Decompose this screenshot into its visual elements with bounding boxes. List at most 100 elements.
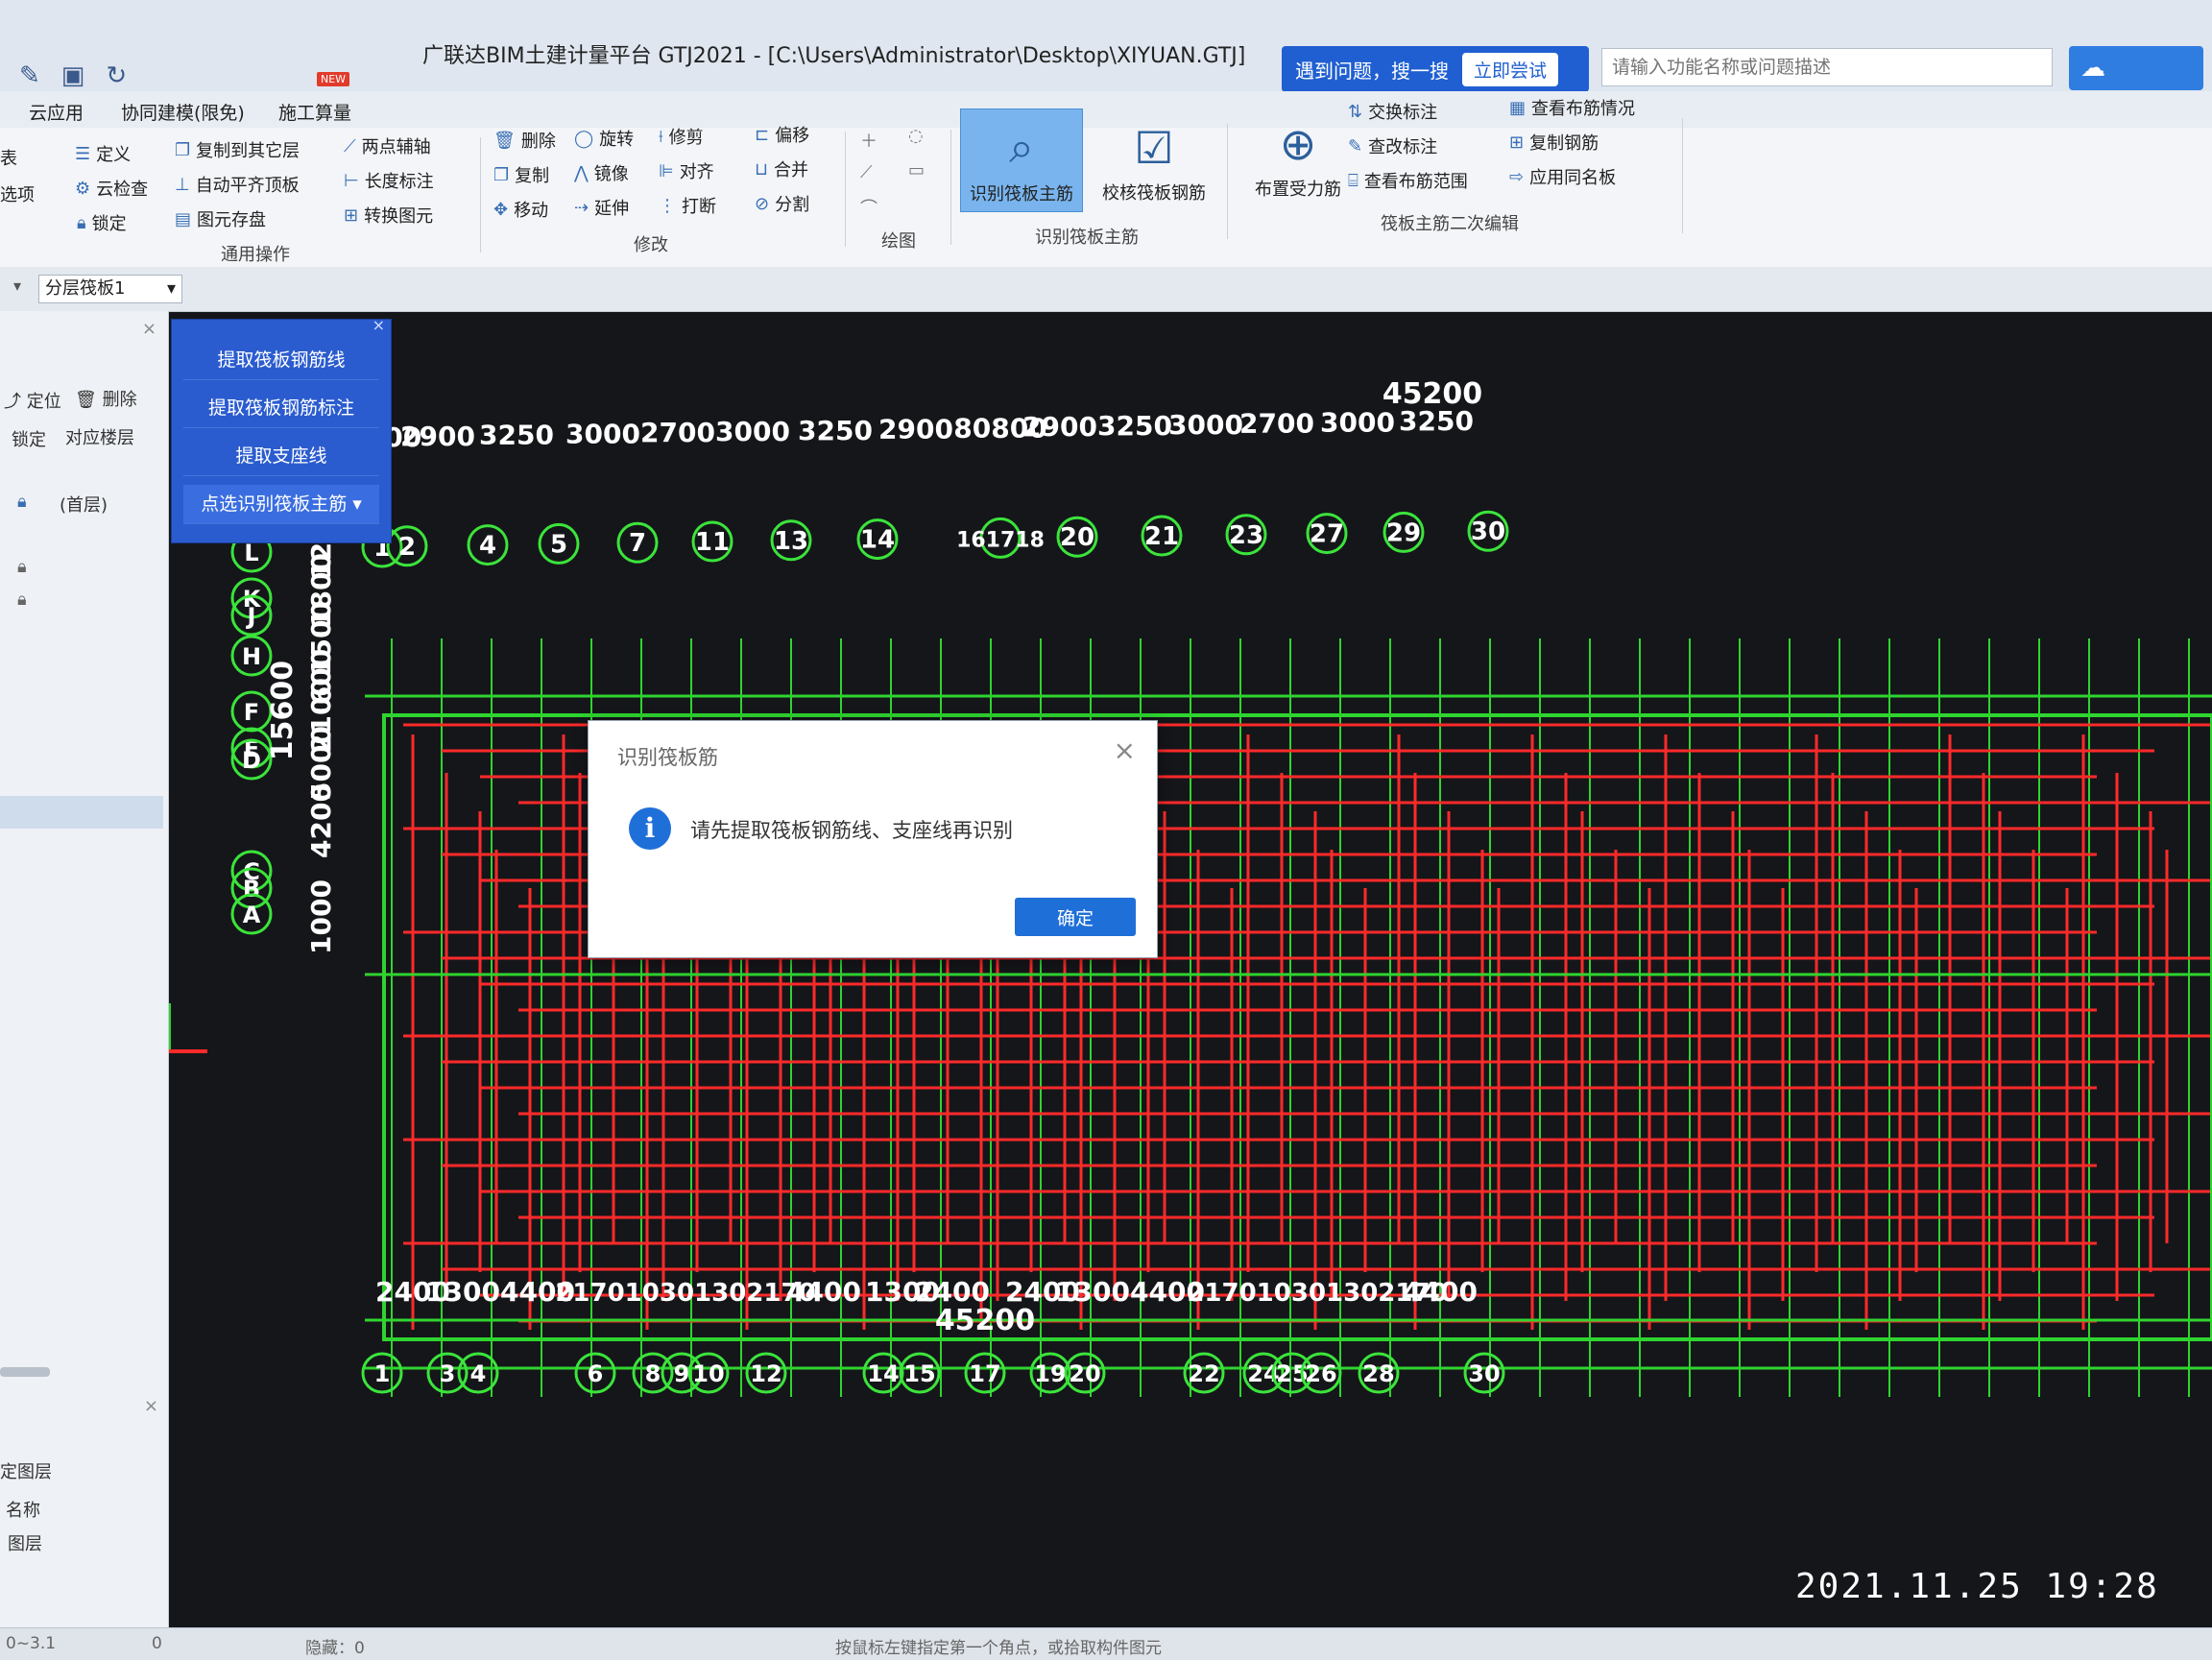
ok-button[interactable]: 确定 (1015, 898, 1136, 936)
tab-cloud-app[interactable]: 云应用 (29, 99, 84, 125)
axis-icon: ⟋ (344, 135, 356, 156)
lock-button[interactable]: 🔒︎ 锁定 (77, 210, 127, 235)
place-stressed-rebar-button[interactable]: ⊕ 布置受力筋 (1237, 103, 1359, 206)
identify-raft-rebar-button[interactable]: ⌕ 识别筏板主筋 (960, 108, 1083, 212)
align-icon: ⊫ (659, 160, 674, 181)
cloud-check-button[interactable]: ⚙ 云检查 (75, 176, 148, 201)
move-icon: ✥ (493, 199, 509, 220)
align-button[interactable]: ⊫ 对齐 (659, 158, 714, 183)
mirror-button[interactable]: ⋀ 镜像 (574, 160, 629, 185)
selected-floor-row[interactable] (0, 796, 163, 829)
close-icon[interactable]: × (142, 319, 156, 339)
tab-collab-modeling[interactable]: 协同建模(限免) (121, 99, 245, 125)
draw-line-icon[interactable]: ⟋ (860, 162, 873, 182)
draw-rect-icon[interactable]: ▭ (908, 160, 925, 180)
merge-button[interactable]: ⊔ 合并 (755, 156, 808, 181)
dialog-message: 请先提取筏板钢筋线、支座线再识别 (690, 819, 1013, 842)
save-icon[interactable]: ▣ (61, 61, 85, 90)
trim-button[interactable]: ⟊ 修剪 (659, 124, 704, 149)
panel-scrollbar[interactable] (0, 1367, 50, 1377)
close-icon[interactable]: × (144, 1396, 158, 1416)
match-floor-button[interactable]: 对应楼层 (65, 424, 134, 449)
group-label-general: 通用操作 (221, 245, 290, 265)
undo-icon[interactable]: ✎ (19, 61, 40, 90)
tab-construction-qty[interactable]: 施工算量 (278, 99, 351, 125)
element-storage-button[interactable]: ▤ 图元存盘 (175, 206, 266, 231)
left-total-dimension: 15600 (266, 661, 300, 760)
hidden-count: 隐藏：0 (305, 1639, 365, 1658)
locate-button[interactable]: ⤴ 定位 (4, 388, 61, 413)
bottom-axis-17-label: 26 (1305, 1360, 1336, 1387)
convert-icon: ⊞ (344, 204, 359, 226)
bottom-axis-19-label: 30 (1468, 1360, 1500, 1387)
top-dimension-4: 3000 (565, 418, 640, 449)
function-search-input[interactable] (1601, 48, 2053, 86)
split-button[interactable]: ⊘ 分割 (755, 191, 809, 216)
offset-button[interactable]: ⊏ 偏移 (755, 122, 809, 147)
cad-drawing-canvas[interactable]: 1 2 4 5 7 11 13 14 161718 20 21 23 27 29 30 45200 800 290… (167, 312, 2212, 1627)
check-raft-rebar-button[interactable]: ☑ 校核筏板钢筋 (1093, 107, 1215, 210)
layer-row[interactable]: 图层 (8, 1530, 42, 1555)
delete-button[interactable]: 🗑︎ 删除 (493, 128, 556, 153)
layer-select[interactable]: 分层筏板1 ▾ (38, 275, 182, 303)
draw-arc-icon[interactable]: ⌒ (860, 195, 878, 220)
lock-layer-button[interactable]: 锁定 (12, 426, 46, 451)
draw-point-icon[interactable]: ＋ (860, 128, 878, 153)
edit-annotation-button[interactable]: ✎ 查改标注 (1348, 133, 1437, 158)
mirror-icon: ⋀ (574, 162, 589, 183)
copy-button[interactable]: ❐ 复制 (493, 162, 549, 187)
cad-drawing[interactable]: 1 2 4 5 7 11 13 14 161718 20 21 23 27 29 3045200800290… (167, 312, 2212, 1627)
ribbon-separator (845, 132, 846, 247)
move-button[interactable]: ✥ 移动 (493, 197, 548, 222)
copy-layer-icon: ❐ (175, 139, 191, 160)
two-point-axis-button[interactable]: ⟋ 两点辅轴 (344, 133, 431, 158)
break-button[interactable]: ⋮ 打断 (659, 193, 716, 218)
copy-to-layer-button[interactable]: ❐ 复制到其它层 (175, 137, 300, 162)
length-dimension-button[interactable]: ⊢ 长度标注 (344, 168, 434, 193)
left-axis-J-label: J (246, 603, 256, 630)
delete-layer-button[interactable]: 🗑︎ 删除 (75, 386, 137, 411)
apply-same-slab-button[interactable]: ⇨ 应用同名板 (1509, 164, 1616, 189)
extract-raft-rebar-labels-button[interactable]: 提取筏板钢筋标注 (183, 389, 379, 428)
swap-icon: ⇅ (1348, 101, 1363, 122)
lock-icon[interactable]: 🔒︎ (17, 589, 27, 610)
copy-rebar-button[interactable]: ⊞ 复制钢筋 (1509, 130, 1599, 155)
extract-support-lines-button[interactable]: 提取支座线 (183, 437, 379, 476)
align-slab-icon: ⊥ (175, 174, 190, 195)
break-icon: ⋮ (659, 195, 676, 216)
cloud-account-button[interactable]: ☁ (2069, 46, 2203, 90)
lock-icon[interactable]: 🔒︎ (17, 492, 27, 512)
photo-timestamp: 2021.11.25 19:28 (1795, 1567, 2159, 1606)
ribbon-separator (1227, 124, 1228, 239)
top-dimension-5: 2700 (640, 417, 715, 448)
help-label: 遇到问题，搜一搜 (1295, 59, 1449, 83)
window-title: 广联达BIM土建计量平台 GTJ2021 - [C:\Users\Adminis… (422, 44, 1246, 68)
auto-align-slab-button[interactable]: ⊥ 自动平齐顶板 (175, 172, 300, 197)
redo-icon[interactable]: ↻ (106, 61, 127, 90)
top-axis-2-label: 2 (398, 533, 416, 562)
rotate-button[interactable]: ◯ 旋转 (574, 126, 634, 151)
view-rebar-range-button[interactable]: ⌸ 查看布筋范围 (1348, 168, 1468, 193)
close-icon[interactable]: × (373, 316, 385, 334)
point-identify-raft-rebar-button[interactable]: 点选识别筏板主筋 ▾ (183, 485, 379, 524)
view-rebar-layout-button[interactable]: ▦ 查看布筋情况 (1509, 95, 1635, 120)
close-icon[interactable]: × (1114, 734, 1136, 766)
top-axis-8-label: 14 (860, 526, 895, 555)
top-dimension-10: 2900 (1022, 411, 1097, 443)
extend-button[interactable]: ⇢ 延伸 (574, 195, 629, 220)
ribbon-cut-item-2[interactable]: 选项 (0, 181, 35, 206)
dimension-icon: ⊢ (344, 170, 359, 191)
convert-element-button[interactable]: ⊞ 转换图元 (344, 203, 433, 228)
lock-icon[interactable]: 🔒︎ (17, 557, 27, 577)
new-badge: NEW (317, 72, 350, 86)
chevron-down-icon[interactable]: ▾ (13, 277, 21, 295)
help-try-button[interactable]: 立即尝试 (1462, 52, 1559, 86)
swap-annotation-button[interactable]: ⇅ 交换标注 (1348, 99, 1437, 124)
top-dimension-13: 2700 (1239, 408, 1314, 440)
draw-circle-icon[interactable]: ◌ (908, 126, 924, 146)
place-rebar-icon: ⊕ (1279, 118, 1317, 170)
cloud-check-icon: ⚙ (75, 178, 91, 199)
ribbon-cut-item-1[interactable]: 表 (0, 145, 17, 170)
extract-raft-rebar-lines-button[interactable]: 提取筏板钢筋线 (183, 341, 379, 380)
define-button[interactable]: ☰ 定义 (75, 141, 131, 166)
